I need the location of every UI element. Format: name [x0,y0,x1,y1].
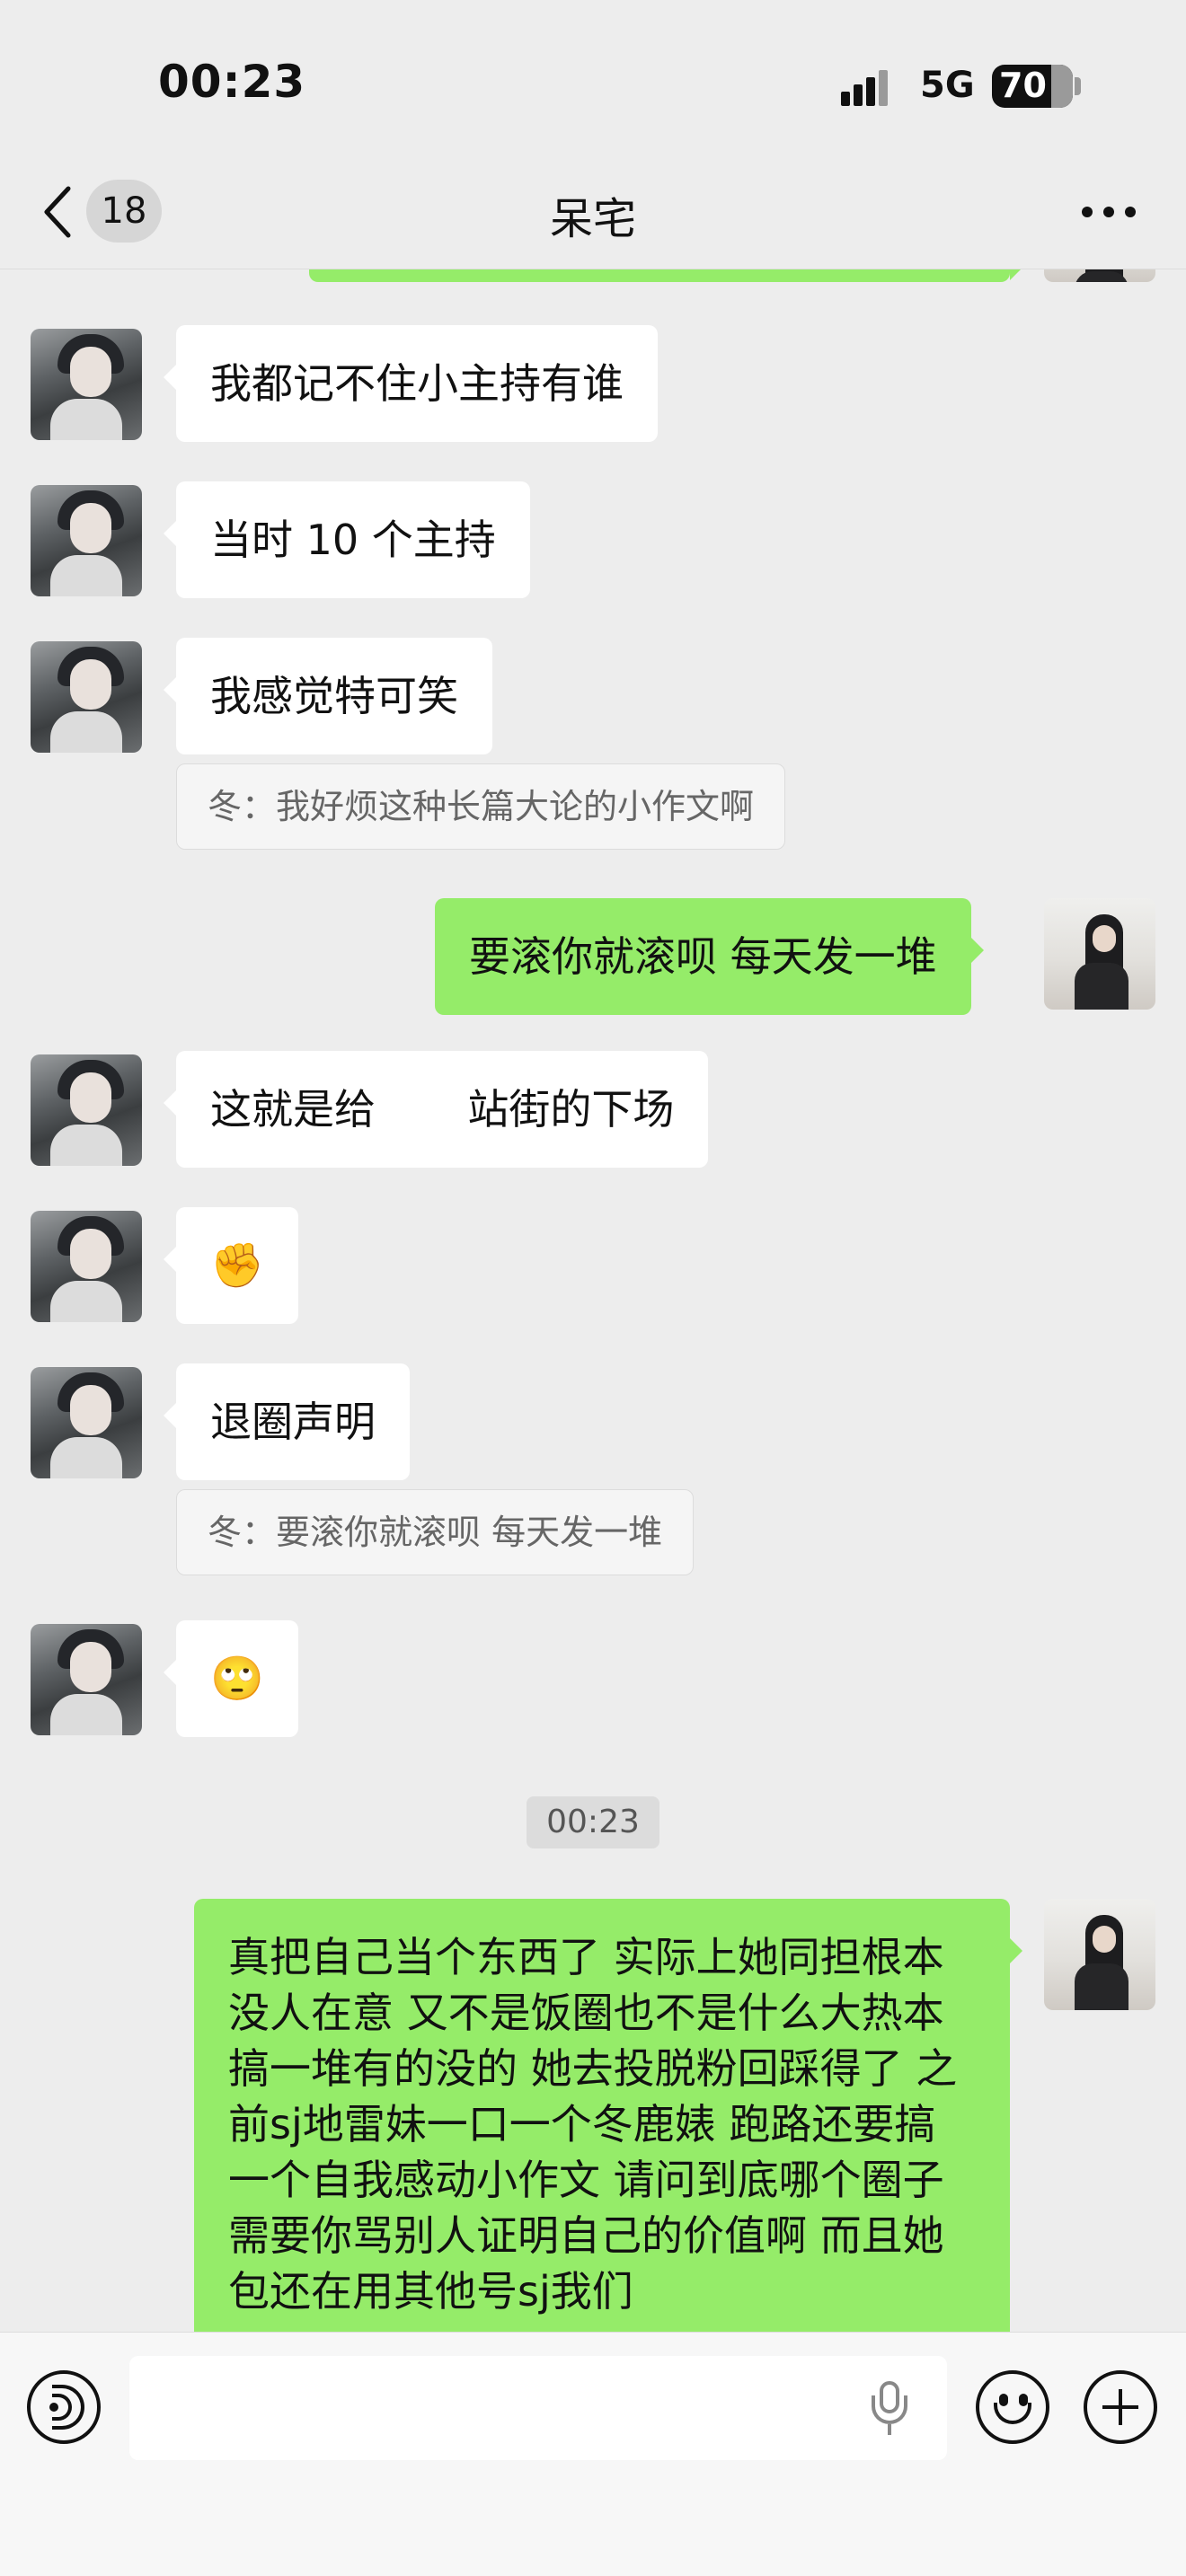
message-bubble[interactable]: 要滚你就滚呗 每天发一堆 [435,898,984,1015]
signal-strength-icon [841,70,900,106]
message-bubble[interactable]: 我都记不住小主持有谁 [164,325,658,442]
status-time: 00:23 [158,56,306,108]
my-avatar[interactable] [1044,269,1155,282]
my-avatar[interactable] [1044,898,1155,1010]
input-bar [0,2332,1186,2576]
contact-avatar[interactable] [31,1367,142,1478]
message-bubble[interactable]: 这就是给 站街的下场 [163,1051,709,1168]
battery-tip [1075,77,1081,95]
message-input[interactable] [129,2356,947,2460]
message-bubble-partial [309,269,1022,282]
message-bubble[interactable]: 退圈声明 [164,1363,410,1480]
network-type: 5G [920,65,975,106]
contact-avatar[interactable] [31,641,142,753]
message-bubble[interactable]: 我感觉特可笑 [164,638,492,754]
microphone-icon[interactable] [868,2381,911,2435]
plus-icon[interactable] [1084,2370,1157,2444]
contact-avatar[interactable] [31,329,142,440]
more-horizontal-icon[interactable] [1082,207,1136,219]
emoji-icon[interactable] [976,2370,1049,2444]
my-avatar[interactable] [1044,1899,1155,2010]
battery-icon: 70 [992,65,1073,108]
battery-level: 70 [999,66,1047,105]
chat-title: 呆宅 [549,194,636,244]
message-bubble[interactable]: 当时 10 个主持 [164,481,530,598]
status-bar: 00:23 5G 70 [0,0,1186,162]
quoted-message[interactable]: 冬：我好烦这种长篇大论的小作文啊 [176,763,786,850]
chat-messages[interactable]: 我都记不住小主持有谁 当时 10 个主持 我感觉特可笑 冬：我好烦这种长篇大论的… [0,269,1186,2332]
contact-avatar[interactable] [31,1211,142,1322]
message-bubble[interactable]: 真把自己当个东西了 实际上她同担根本没人在意 又不是饭圈也不是什么大热本 搞一堆… [194,1899,1022,2332]
chat-header: 18 呆宅 [0,162,1186,269]
voice-input-icon[interactable] [27,2370,101,2444]
contact-avatar[interactable] [31,485,142,596]
contact-avatar[interactable] [31,1054,142,1166]
quoted-message[interactable]: 冬：要滚你就滚呗 每天发一堆 [176,1489,695,1575]
emoji-message[interactable]: 🙄 [164,1620,298,1737]
emoji-message[interactable]: ✊ [164,1207,298,1324]
timestamp-divider: 00:23 [527,1796,659,1848]
contact-avatar[interactable] [31,1624,142,1735]
